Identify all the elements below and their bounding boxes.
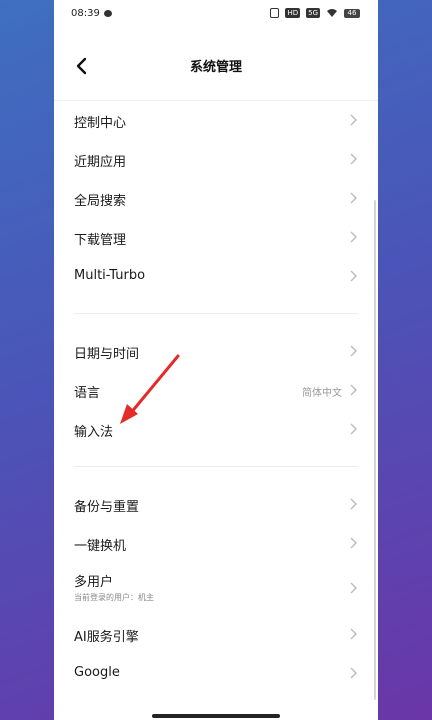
network-icon: 5G [306, 8, 320, 18]
item-label: 输入法 [74, 425, 114, 440]
language-value: 简体中文 [302, 388, 342, 399]
phone-screen: 08:39 HD 5G 46 系统管理 控制中心 近期应用 全局搜索 下载管理 … [54, 0, 378, 720]
item-ai-service-engine[interactable]: AI服务引擎 [54, 614, 378, 653]
chevron-right-icon [350, 153, 357, 165]
item-label: 备份与重置 [74, 500, 140, 515]
item-global-search[interactable]: 全局搜索 [54, 178, 378, 217]
item-control-center[interactable]: 控制中心 [54, 100, 378, 139]
chevron-right-icon [350, 345, 357, 357]
chevron-right-icon [350, 667, 357, 679]
settings-list: 控制中心 近期应用 全局搜索 下载管理 Multi-Turbo 日期与时间 语言… [54, 100, 378, 692]
item-label: 近期应用 [74, 155, 127, 170]
chevron-right-icon [350, 582, 357, 594]
chevron-right-icon [350, 537, 357, 549]
item-multi-user[interactable]: 多用户 当前登录的用户：机主 [54, 562, 378, 614]
item-download-manager[interactable]: 下载管理 [54, 217, 378, 256]
item-label: 下载管理 [74, 233, 127, 248]
item-input-method[interactable]: 输入法 [54, 409, 378, 448]
section-divider [54, 448, 378, 484]
item-backup-reset[interactable]: 备份与重置 [54, 484, 378, 523]
chevron-right-icon [350, 192, 357, 204]
chevron-right-icon [350, 384, 357, 396]
item-label: 语言 [74, 386, 101, 401]
scrollbar[interactable] [374, 200, 376, 700]
page-title: 系统管理 [189, 60, 242, 75]
chevron-right-icon [350, 423, 357, 435]
item-label: 多用户 [74, 575, 114, 590]
chevron-right-icon [350, 114, 357, 126]
vibrate-icon [270, 8, 280, 18]
section-divider [54, 295, 378, 331]
chevron-right-icon [350, 270, 357, 282]
item-label: 一键换机 [74, 539, 127, 554]
item-google[interactable]: Google [54, 653, 378, 692]
battery-icon: 46 [344, 8, 360, 18]
message-icon [104, 10, 112, 17]
item-label: 全局搜索 [74, 194, 127, 209]
item-date-time[interactable]: 日期与时间 [54, 331, 378, 370]
header: 系统管理 [54, 44, 378, 88]
status-bar: 08:39 HD 5G 46 [54, 0, 378, 30]
item-label: AI服务引擎 [74, 630, 139, 645]
item-multi-turbo[interactable]: Multi-Turbo [54, 256, 378, 295]
item-recent-apps[interactable]: 近期应用 [54, 139, 378, 178]
item-label: Google [74, 665, 120, 680]
item-label: 日期与时间 [74, 347, 140, 362]
status-time: 08:39 [71, 8, 100, 19]
item-language[interactable]: 语言 简体中文 [54, 370, 378, 409]
wifi-icon [327, 9, 337, 17]
item-label: Multi-Turbo [74, 268, 146, 283]
hd-icon: HD [285, 8, 301, 18]
item-subtitle: 当前登录的用户：机主 [74, 593, 154, 602]
chevron-right-icon [350, 628, 357, 640]
chevron-right-icon [350, 498, 357, 510]
item-phone-clone[interactable]: 一键换机 [54, 523, 378, 562]
item-label: 控制中心 [74, 116, 127, 131]
status-icons: HD 5G 46 [270, 8, 360, 18]
chevron-right-icon [350, 231, 357, 243]
home-indicator[interactable] [152, 714, 280, 718]
